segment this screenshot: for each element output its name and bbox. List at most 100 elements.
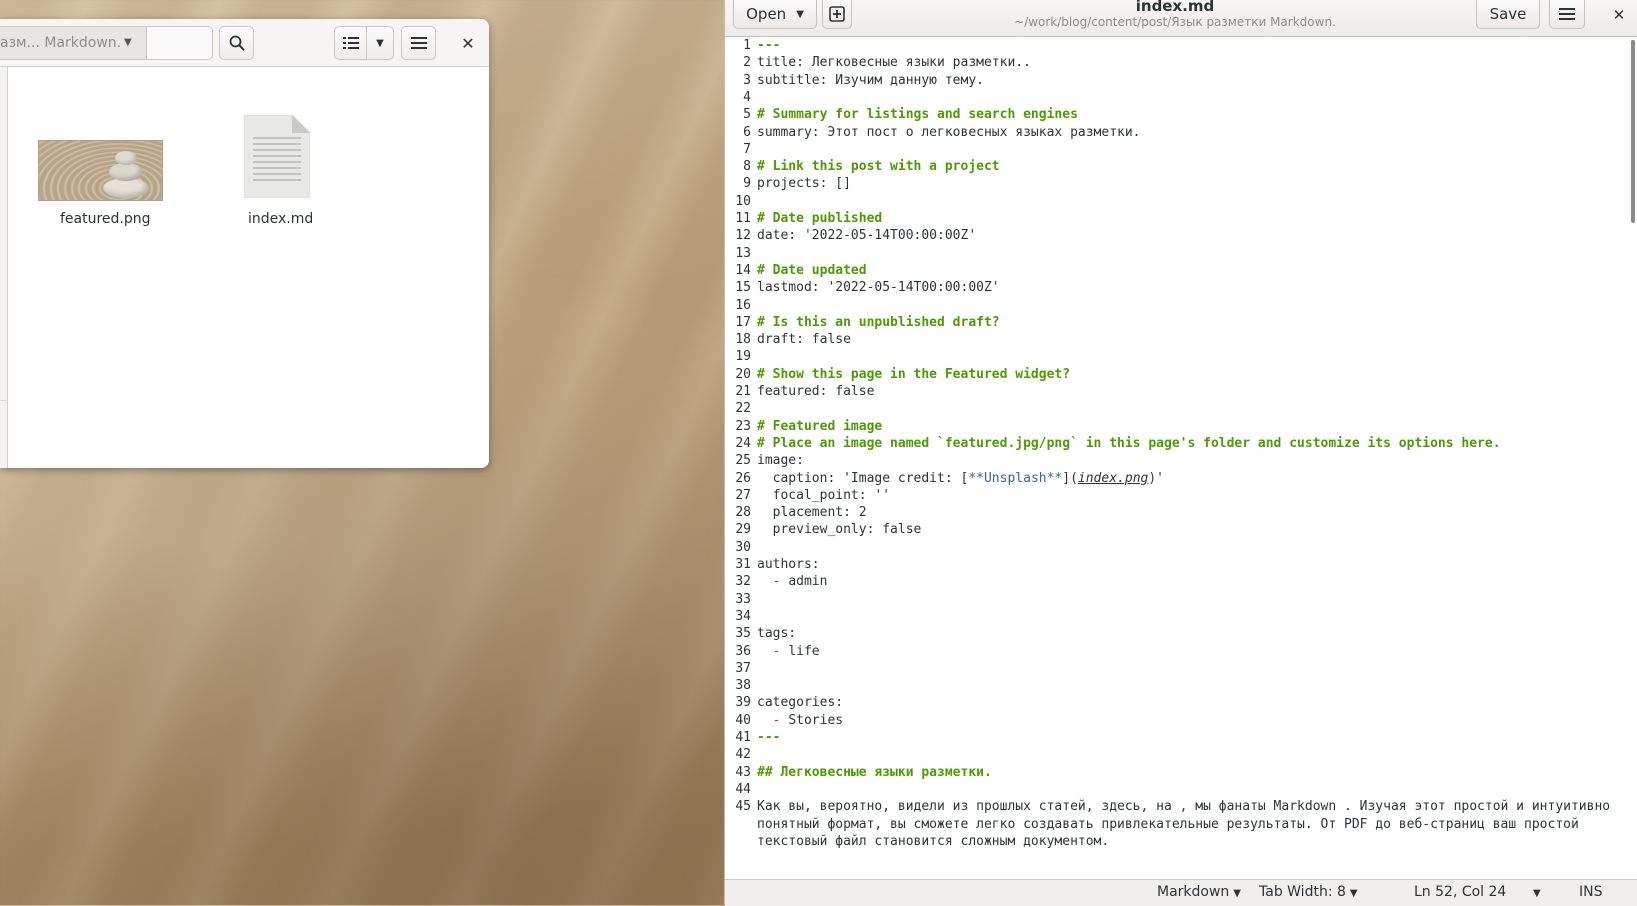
search-icon xyxy=(229,35,245,51)
line-number: 2 xyxy=(743,55,751,71)
line-number: 20 xyxy=(735,366,751,382)
list-view-icon xyxy=(342,37,359,49)
line-text: summary: Этот пост о легковесных языках … xyxy=(757,124,1141,140)
list-value: Stories xyxy=(788,712,844,728)
new-tab-button[interactable] xyxy=(822,0,852,29)
text-editor-window: Open ▼ index.md ~/work/blog/content/post… xyxy=(724,0,1637,906)
chevron-down-icon[interactable]: ▼ xyxy=(124,27,132,59)
line-number: 18 xyxy=(735,332,751,348)
save-button[interactable]: Save xyxy=(1476,0,1540,29)
view-options-button[interactable]: ▼ xyxy=(367,27,393,59)
line-text: date: '2022-05-14T00:00:00Z' xyxy=(757,228,977,244)
line-text: subtitle: Изучим данную тему. xyxy=(757,72,984,88)
position-dropdown[interactable]: ▼ xyxy=(1529,884,1541,900)
search-button[interactable] xyxy=(219,26,254,60)
cursor-position[interactable]: Ln 52, Col 24 xyxy=(1414,884,1506,900)
line-number: 15 xyxy=(735,280,751,296)
line-text: categories: xyxy=(757,695,844,711)
file-manager-headerbar: азм... Markdown. ▼ ▼ ✕ xyxy=(0,19,489,67)
sidebar-edge xyxy=(0,67,8,468)
line-number: 32 xyxy=(735,574,751,590)
line-text: projects: [] xyxy=(757,176,851,192)
caption-url: index.png xyxy=(1077,470,1149,486)
path-bar: азм... Markdown. ▼ xyxy=(0,26,213,60)
list-value: admin xyxy=(788,574,828,590)
vertical-scrollbar[interactable] xyxy=(1631,40,1635,223)
list-view-button[interactable] xyxy=(335,27,367,59)
line-text: --- xyxy=(757,38,781,53)
line-number: 16 xyxy=(735,297,751,313)
language-selector[interactable]: Markdown ▼ xyxy=(1157,884,1241,900)
line-text: --- xyxy=(757,730,781,745)
line-number: 6 xyxy=(743,124,751,140)
menu-button[interactable] xyxy=(1549,0,1585,29)
stone-shape xyxy=(103,178,149,198)
document-path: ~/work/blog/content/post/Язык разметки M… xyxy=(1014,15,1336,29)
line-number: 12 xyxy=(735,228,751,244)
line-text: - admin xyxy=(757,573,828,591)
line-number: 36 xyxy=(735,643,751,659)
line-number: 24 xyxy=(735,435,751,451)
path-current-label: азм... Markdown. xyxy=(0,35,122,51)
hamburger-menu-icon xyxy=(1559,8,1575,20)
list-value: life xyxy=(788,643,820,659)
line-text: текстовый файл становится сложным докуме… xyxy=(757,833,1110,849)
caption-prefix: caption: 'Image credit: [ xyxy=(757,470,969,486)
line-number: 4 xyxy=(743,89,751,105)
line-number: 40 xyxy=(735,712,751,728)
close-button[interactable]: ✕ xyxy=(1605,3,1633,27)
open-button-label: Open xyxy=(746,5,787,23)
menu-button[interactable] xyxy=(401,26,436,60)
file-view: featured.png index.md xyxy=(0,67,489,468)
line-number: 7 xyxy=(743,141,751,157)
line-number: 1 xyxy=(743,38,751,53)
line-number: 30 xyxy=(735,539,751,555)
line-number: 39 xyxy=(735,695,751,711)
open-button[interactable]: Open ▼ xyxy=(733,0,817,29)
line-number: 33 xyxy=(735,591,751,607)
line-number: 13 xyxy=(735,245,751,261)
line-text: preview_only: false xyxy=(757,522,922,538)
line-number: 28 xyxy=(735,505,751,521)
caption-suffix: )' xyxy=(1148,470,1165,486)
document-title: index.md xyxy=(1135,0,1215,15)
close-button[interactable]: ✕ xyxy=(453,26,483,60)
line-text: placement: 2 xyxy=(757,505,867,521)
chevron-down-icon: ▼ xyxy=(1533,888,1541,899)
line-number: 22 xyxy=(735,401,751,417)
caption-middle: ]( xyxy=(1062,470,1078,486)
line-number: 8 xyxy=(743,159,751,175)
line-text: - life xyxy=(757,643,820,661)
line-text: lastmod: '2022-05-14T00:00:00Z' xyxy=(757,280,1000,296)
line-number: 19 xyxy=(735,349,751,365)
line-number: 35 xyxy=(735,626,751,642)
tab-width-selector[interactable]: Tab Width: 8 ▼ xyxy=(1259,884,1358,900)
text-document-icon xyxy=(244,115,310,198)
close-icon: ✕ xyxy=(461,33,475,53)
insert-mode-indicator[interactable]: INS xyxy=(1579,884,1603,900)
path-current-folder-button[interactable]: азм... Markdown. ▼ xyxy=(0,27,147,59)
file-name: featured.png xyxy=(60,211,151,227)
line-text: - Stories xyxy=(757,712,843,730)
line-number: 21 xyxy=(735,384,751,399)
hamburger-menu-icon xyxy=(410,37,427,49)
line-text: # Summary for listings and search engine… xyxy=(757,107,1078,123)
line-text: featured: false xyxy=(757,384,875,399)
editor-headerbar: Open ▼ index.md ~/work/blog/content/post… xyxy=(725,0,1637,37)
file-name: index.md xyxy=(248,211,314,227)
text-view[interactable]: 1 --- 2 title: Легковесные языки разметки..… xyxy=(725,37,1637,879)
line-number: 9 xyxy=(743,176,751,192)
line-text: # Featured image xyxy=(757,418,883,434)
line-number: 26 xyxy=(735,470,751,486)
line-number: 5 xyxy=(743,107,751,123)
line-text: понятный формат, вы сможете легко создав… xyxy=(757,816,1579,832)
line-text: tags: xyxy=(757,626,797,642)
file-manager-window: азм... Markdown. ▼ ▼ ✕ featured.png inde… xyxy=(0,19,489,468)
chevron-down-icon: ▼ xyxy=(1349,888,1358,899)
line-text: authors: xyxy=(757,557,820,572)
view-toggle-group: ▼ xyxy=(334,26,394,60)
line-number: 45 xyxy=(735,799,751,815)
